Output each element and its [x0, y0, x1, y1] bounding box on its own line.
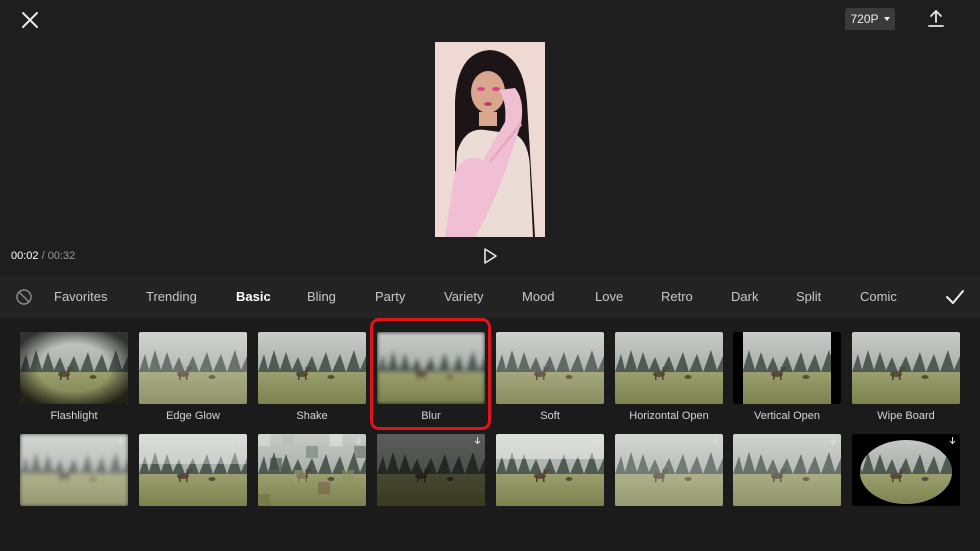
- effect-shake[interactable]: Shake: [258, 332, 366, 422]
- tab-retro[interactable]: Retro: [661, 289, 693, 304]
- download-icon: [949, 437, 956, 445]
- effect-thumbnail: [615, 434, 723, 506]
- tab-basic[interactable]: Basic: [236, 289, 271, 304]
- effect-blur[interactable]: Blur: [377, 332, 485, 422]
- effect-wipe-board[interactable]: Wipe Board: [852, 332, 960, 422]
- effect-thumbnail: [496, 332, 604, 404]
- resolution-dropdown[interactable]: 720P: [845, 8, 895, 30]
- effect-thumbnail: [852, 434, 960, 506]
- effect-label: Edge Glow: [166, 410, 220, 422]
- effect-label: Shake: [296, 410, 328, 422]
- effect-thumbnail: [20, 434, 128, 506]
- playback-time: 00:02 / 00:32: [11, 250, 75, 262]
- effect-tile[interactable]: [852, 434, 960, 506]
- effect-label: Horizontal Open: [629, 410, 709, 422]
- time-separator: /: [38, 250, 48, 262]
- effect-edge-glow[interactable]: Edge Glow: [139, 332, 247, 422]
- effect-tile[interactable]: [496, 434, 604, 506]
- effect-tile[interactable]: [258, 434, 366, 506]
- tab-comic[interactable]: Comic: [860, 289, 897, 304]
- tab-bling[interactable]: Bling: [307, 289, 336, 304]
- download-icon: [712, 437, 719, 445]
- export-upload-icon[interactable]: [925, 8, 947, 30]
- effect-thumbnail: [615, 332, 723, 404]
- download-icon: [593, 437, 600, 445]
- play-icon[interactable]: [480, 246, 500, 266]
- effect-tile[interactable]: [733, 434, 841, 506]
- close-icon[interactable]: [18, 8, 42, 32]
- effect-label: Blur: [421, 410, 441, 422]
- preview-area: 720P 00:02 / 00:32: [0, 0, 980, 274]
- download-icon: [474, 437, 481, 445]
- caret-down-icon: [883, 17, 890, 21]
- total-time: 00:32: [47, 250, 76, 262]
- effect-category-tabs: Favorites Trending Basic Bling Party Var…: [0, 276, 980, 318]
- effects-grid: Flashlight Edge Glow Shake Blur Soft Hor…: [0, 320, 980, 551]
- current-time: 00:02: [11, 250, 39, 262]
- tab-variety[interactable]: Variety: [444, 289, 484, 304]
- effect-thumbnail: [258, 434, 366, 506]
- effect-thumbnail: [139, 332, 247, 404]
- effect-vertical-open[interactable]: Vertical Open: [733, 332, 841, 422]
- effect-thumbnail: [852, 332, 960, 404]
- download-icon: [117, 437, 124, 445]
- tab-love[interactable]: Love: [595, 289, 623, 304]
- download-icon: [355, 437, 362, 445]
- resolution-label: 720P: [850, 12, 879, 26]
- download-icon: [236, 437, 243, 445]
- effect-tile[interactable]: [139, 434, 247, 506]
- effect-tile[interactable]: [615, 434, 723, 506]
- effect-thumbnail: [377, 434, 485, 506]
- effect-flashlight[interactable]: Flashlight: [20, 332, 128, 422]
- tab-mood[interactable]: Mood: [522, 289, 555, 304]
- tab-favorites[interactable]: Favorites: [54, 289, 107, 304]
- effect-thumbnail: [139, 434, 247, 506]
- effect-thumbnail: [733, 332, 841, 404]
- effect-thumbnail: [258, 332, 366, 404]
- effect-tile[interactable]: [377, 434, 485, 506]
- effect-thumbnail: [377, 332, 485, 404]
- checkmark-confirm-icon[interactable]: [944, 286, 966, 308]
- tab-split[interactable]: Split: [796, 289, 821, 304]
- tab-trending[interactable]: Trending: [146, 289, 197, 304]
- video-frame-image: [435, 42, 545, 237]
- effect-horizontal-open[interactable]: Horizontal Open: [615, 332, 723, 422]
- effect-label: Wipe Board: [877, 410, 935, 422]
- download-icon: [830, 437, 837, 445]
- effect-label: Flashlight: [50, 410, 98, 422]
- tab-party[interactable]: Party: [375, 289, 405, 304]
- video-preview[interactable]: [435, 42, 545, 237]
- tab-dark[interactable]: Dark: [731, 289, 758, 304]
- effect-tile[interactable]: [20, 434, 128, 506]
- effect-label: Vertical Open: [753, 410, 821, 422]
- effect-soft[interactable]: Soft: [496, 332, 604, 422]
- effect-thumbnail: [733, 434, 841, 506]
- effect-thumbnail: [496, 434, 604, 506]
- effect-thumbnail: [20, 332, 128, 404]
- effect-label: Soft: [540, 410, 560, 422]
